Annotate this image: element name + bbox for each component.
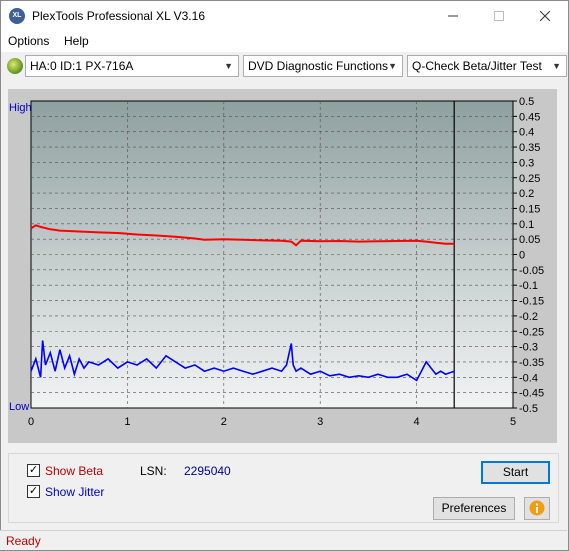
y-tick-label: 0.45 xyxy=(519,111,540,123)
start-button[interactable]: Start xyxy=(481,461,550,484)
maximize-icon xyxy=(494,11,504,21)
beta-jitter-chart: 0.5 0.45 0.4 0.35 0.3 0.25 0.2 0.15 0.1 0.05 0 -0.0… xyxy=(9,96,544,428)
y-tick-label: 0.35 xyxy=(519,142,540,154)
x-tick-label: 0 xyxy=(28,416,34,428)
chart-panel: 0.5 0.45 0.4 0.35 0.3 0.25 0.2 0.15 0.1 0.05 0 -0.0… xyxy=(8,89,557,443)
show-jitter-checkbox[interactable]: ✓ xyxy=(27,485,40,498)
y-tick-label: -0.4 xyxy=(519,372,538,384)
y-tick-label: 0.25 xyxy=(519,173,540,185)
info-button[interactable] xyxy=(524,497,550,520)
test-select[interactable]: Q-Check Beta/Jitter Test ▼ xyxy=(407,55,567,77)
chevron-down-icon: ▼ xyxy=(388,61,397,71)
y-tick-label: -0.35 xyxy=(519,357,544,369)
lsn-label: LSN: xyxy=(140,464,167,478)
minimize-icon xyxy=(448,15,458,17)
y-tick-label: -0.05 xyxy=(519,265,544,277)
y-tick-label: -0.5 xyxy=(519,403,538,415)
axis-low-label: Low xyxy=(9,401,29,413)
disc-icon xyxy=(7,58,23,74)
y-tick-label: 0.5 xyxy=(519,96,534,108)
show-jitter-label[interactable]: Show Jitter xyxy=(45,485,104,499)
y-tick-label: -0.45 xyxy=(519,388,544,400)
x-tick-label: 2 xyxy=(221,416,227,428)
x-tick-label: 3 xyxy=(317,416,323,428)
menu-options[interactable]: Options xyxy=(8,34,49,48)
close-icon xyxy=(540,11,550,21)
drive-select-value: HA:0 ID:1 PX-716A xyxy=(30,59,134,73)
axis-high-label: High xyxy=(9,102,32,114)
function-select-value: DVD Diagnostic Functions xyxy=(248,59,389,73)
status-text: Ready xyxy=(6,534,41,548)
y-tick-label: 0.1 xyxy=(519,219,534,231)
x-tick-label: 5 xyxy=(510,416,516,428)
window-title: PlexTools Professional XL V3.16 xyxy=(32,9,205,23)
close-button[interactable] xyxy=(522,1,568,31)
info-icon xyxy=(529,500,545,516)
y-tick-label: 0.2 xyxy=(519,188,534,200)
function-select[interactable]: DVD Diagnostic Functions ▼ xyxy=(243,55,403,77)
drive-select[interactable]: HA:0 ID:1 PX-716A ▼ xyxy=(25,55,239,77)
controls-panel: ✓ Show Beta ✓ Show Jitter LSN: 2295040 S… xyxy=(8,453,559,523)
x-tick-label: 4 xyxy=(414,416,420,428)
title-bar: XL PlexTools Professional XL V3.16 xyxy=(1,1,568,31)
app-icon: XL xyxy=(9,8,25,24)
maximize-button xyxy=(476,1,522,31)
y-tick-label: 0.3 xyxy=(519,157,534,169)
lsn-value: 2295040 xyxy=(184,464,231,478)
chevron-down-icon: ▼ xyxy=(224,61,233,71)
y-tick-label: -0.25 xyxy=(519,326,544,338)
y-tick-label: -0.2 xyxy=(519,311,538,323)
preferences-button[interactable]: Preferences xyxy=(433,497,515,520)
y-tick-label: 0 xyxy=(519,250,525,262)
y-tick-label: -0.15 xyxy=(519,296,544,308)
status-bar: Ready xyxy=(0,530,567,550)
y-tick-label: 0.15 xyxy=(519,203,540,215)
minimize-button[interactable] xyxy=(430,1,476,31)
show-beta-label[interactable]: Show Beta xyxy=(45,464,103,478)
x-tick-label: 1 xyxy=(124,416,130,428)
show-beta-checkbox[interactable]: ✓ xyxy=(27,464,40,477)
y-tick-label: -0.3 xyxy=(519,342,538,354)
menu-help[interactable]: Help xyxy=(64,34,89,48)
y-tick-label: 0.05 xyxy=(519,234,540,246)
y-tick-label: -0.1 xyxy=(519,280,538,292)
menu-bar: Options Help xyxy=(1,31,568,52)
toolbar: HA:0 ID:1 PX-716A ▼ DVD Diagnostic Funct… xyxy=(1,52,568,80)
test-select-value: Q-Check Beta/Jitter Test xyxy=(412,59,542,73)
y-tick-label: 0.4 xyxy=(519,127,534,139)
chevron-down-icon: ▼ xyxy=(552,61,561,71)
